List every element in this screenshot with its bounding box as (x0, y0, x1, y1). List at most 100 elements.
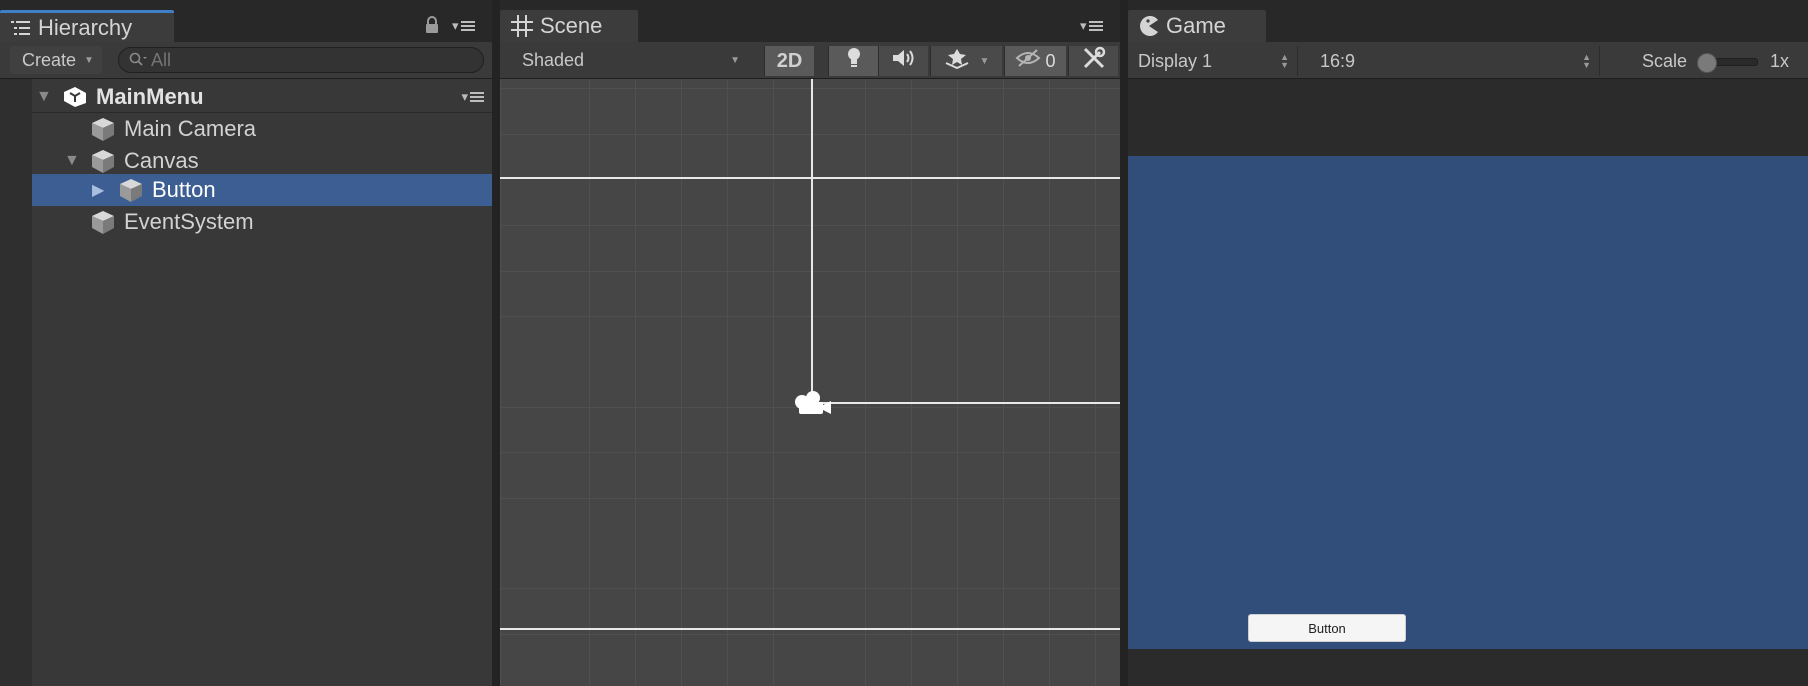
grid-line (1049, 79, 1050, 686)
effects-dropdown[interactable]: ▼ (930, 46, 1002, 76)
grid-line (589, 79, 590, 686)
gameobject-cube-icon (90, 148, 116, 174)
audio-toggle[interactable] (878, 46, 928, 76)
hidden-count: 0 (1045, 50, 1056, 71)
tab-scene-label: Scene (540, 13, 603, 38)
expand-arrow-icon[interactable]: ▼ (36, 88, 52, 106)
canvas-bounds-line (818, 402, 1120, 404)
panel-splitter[interactable] (492, 0, 500, 686)
grid-line (500, 271, 1120, 272)
aspect-dropdown[interactable]: 16:9 ▲ ▼ (1310, 46, 1600, 76)
tree-item-label: Button (152, 177, 216, 202)
grid-line (681, 79, 682, 686)
display-label: Display 1 (1138, 50, 1213, 71)
display-dropdown[interactable]: Display 1 ▲ ▼ (1128, 46, 1298, 76)
panel-menu-icon[interactable]: ▾ (1080, 18, 1103, 34)
toggle-2d-label: 2D (776, 49, 803, 72)
grid-line (500, 88, 1120, 89)
gameobject-cube-icon (118, 177, 144, 203)
hierarchy-panel: Hierarchy ▾ Create ▼ All ▼ MainMenu ▾ Ma… (0, 0, 492, 686)
dropdown-arrow-icon: ▼ (730, 54, 740, 66)
updown-arrow-icon: ▲ ▼ (1280, 52, 1289, 70)
draw-mode-label: Shaded (522, 49, 585, 70)
tab-hierarchy-label: Hierarchy (38, 14, 133, 40)
scale-label: Scale (1642, 51, 1688, 71)
tree-item-label: Canvas (124, 148, 199, 173)
grid-line (865, 79, 866, 686)
gizmos-tools-icon (1082, 46, 1106, 76)
scene-visibility-icon (1015, 49, 1041, 73)
search-icon (129, 52, 147, 68)
grid-line (500, 452, 1120, 453)
slider-knob[interactable] (1697, 53, 1717, 73)
toggle-2d-button[interactable]: 2D (764, 46, 814, 76)
panel-menu-icon[interactable]: ▾ (452, 18, 475, 34)
search-input[interactable] (151, 49, 451, 71)
grid-line (500, 316, 1120, 317)
expand-arrow-icon[interactable]: ▼ (64, 152, 80, 170)
gameobject-cube-icon (90, 209, 116, 235)
grid-line (500, 134, 1120, 135)
scene-viewport[interactable] (500, 79, 1120, 686)
gameobject-cube-icon (90, 116, 116, 142)
grid-line (1003, 79, 1004, 686)
tab-game[interactable]: Game (1128, 10, 1266, 42)
scene-visibility-toggle[interactable]: 0 (1004, 46, 1066, 76)
scene-row-menu-icon[interactable]: ▾ (461, 89, 484, 105)
gizmos-tools-button[interactable] (1068, 46, 1118, 76)
canvas-bounds-line (500, 628, 1120, 630)
lighting-icon (846, 47, 862, 75)
game-render-area (1128, 156, 1808, 649)
game-tabstrip: Game (1128, 0, 1808, 42)
collapsed-arrow-icon[interactable]: ▶ (92, 180, 104, 200)
game-viewport[interactable]: Button (1128, 79, 1808, 686)
tree-item-canvas[interactable]: ▼ Canvas (0, 145, 492, 177)
scene-grid-icon (510, 14, 534, 38)
canvas-bounds-line (811, 79, 813, 403)
audio-icon (891, 48, 917, 74)
scale-slider[interactable] (1697, 53, 1758, 73)
dropdown-arrow-icon: ▼ (979, 55, 990, 67)
tab-game-label: Game (1166, 13, 1226, 38)
draw-mode-dropdown[interactable]: Shaded ▼ (510, 46, 750, 74)
grid-line (500, 588, 1120, 589)
grid-line (911, 79, 912, 686)
lock-icon[interactable] (425, 16, 439, 39)
game-panel: Game Display 1 ▲ ▼ 16:9 ▲ ▼ Scale 1x Butto… (1128, 0, 1808, 686)
game-ui-button[interactable]: Button (1248, 614, 1406, 642)
unity-logo-icon (62, 85, 88, 115)
hierarchy-tree: ▼ MainMenu ▾ Main Camera ▼ Canvas ▶ Butt… (0, 79, 492, 686)
game-pacman-icon (1138, 15, 1160, 37)
tree-item-button[interactable]: ▶ Button (32, 174, 492, 206)
lighting-toggle[interactable] (828, 46, 878, 76)
grid-line (500, 225, 1120, 226)
create-button[interactable]: Create ▼ (10, 46, 102, 74)
tab-scene[interactable]: Scene (500, 10, 638, 42)
tree-item-main-camera[interactable]: Main Camera (0, 113, 492, 145)
hierarchy-toolbar: Create ▼ (0, 42, 492, 79)
scene-panel: Scene ▾ Shaded ▼ 2D ▼ 0 (500, 0, 1120, 686)
hierarchy-tabstrip: Hierarchy ▾ (0, 0, 492, 42)
panel-splitter[interactable] (1120, 0, 1128, 686)
hierarchy-list-icon (10, 19, 32, 37)
scene-row-mainmenu[interactable]: ▼ MainMenu ▾ (0, 81, 492, 113)
scene-toolbar: Shaded ▼ 2D ▼ 0 (500, 42, 1120, 79)
tree-item-eventsystem[interactable]: EventSystem (0, 206, 492, 238)
hierarchy-search[interactable] (118, 47, 484, 73)
tree-item-label: Main Camera (124, 116, 257, 141)
grid-line (773, 79, 774, 686)
effects-icon (944, 47, 970, 75)
camera-gizmo-icon[interactable] (793, 389, 833, 424)
tab-hierarchy[interactable]: Hierarchy (0, 10, 174, 42)
grid-line (500, 79, 501, 686)
create-button-label: Create (22, 49, 77, 70)
grid-line (727, 79, 728, 686)
game-toolbar: Display 1 ▲ ▼ 16:9 ▲ ▼ Scale 1x (1128, 42, 1808, 79)
tree-item-label: EventSystem (124, 209, 254, 234)
scale-value: 1x (1770, 51, 1790, 71)
game-ui-button-label: Button (1308, 620, 1346, 636)
grid-line (500, 634, 1120, 635)
grid-line (1095, 79, 1096, 686)
grid-line (957, 79, 958, 686)
scene-name-label: MainMenu (96, 84, 204, 109)
